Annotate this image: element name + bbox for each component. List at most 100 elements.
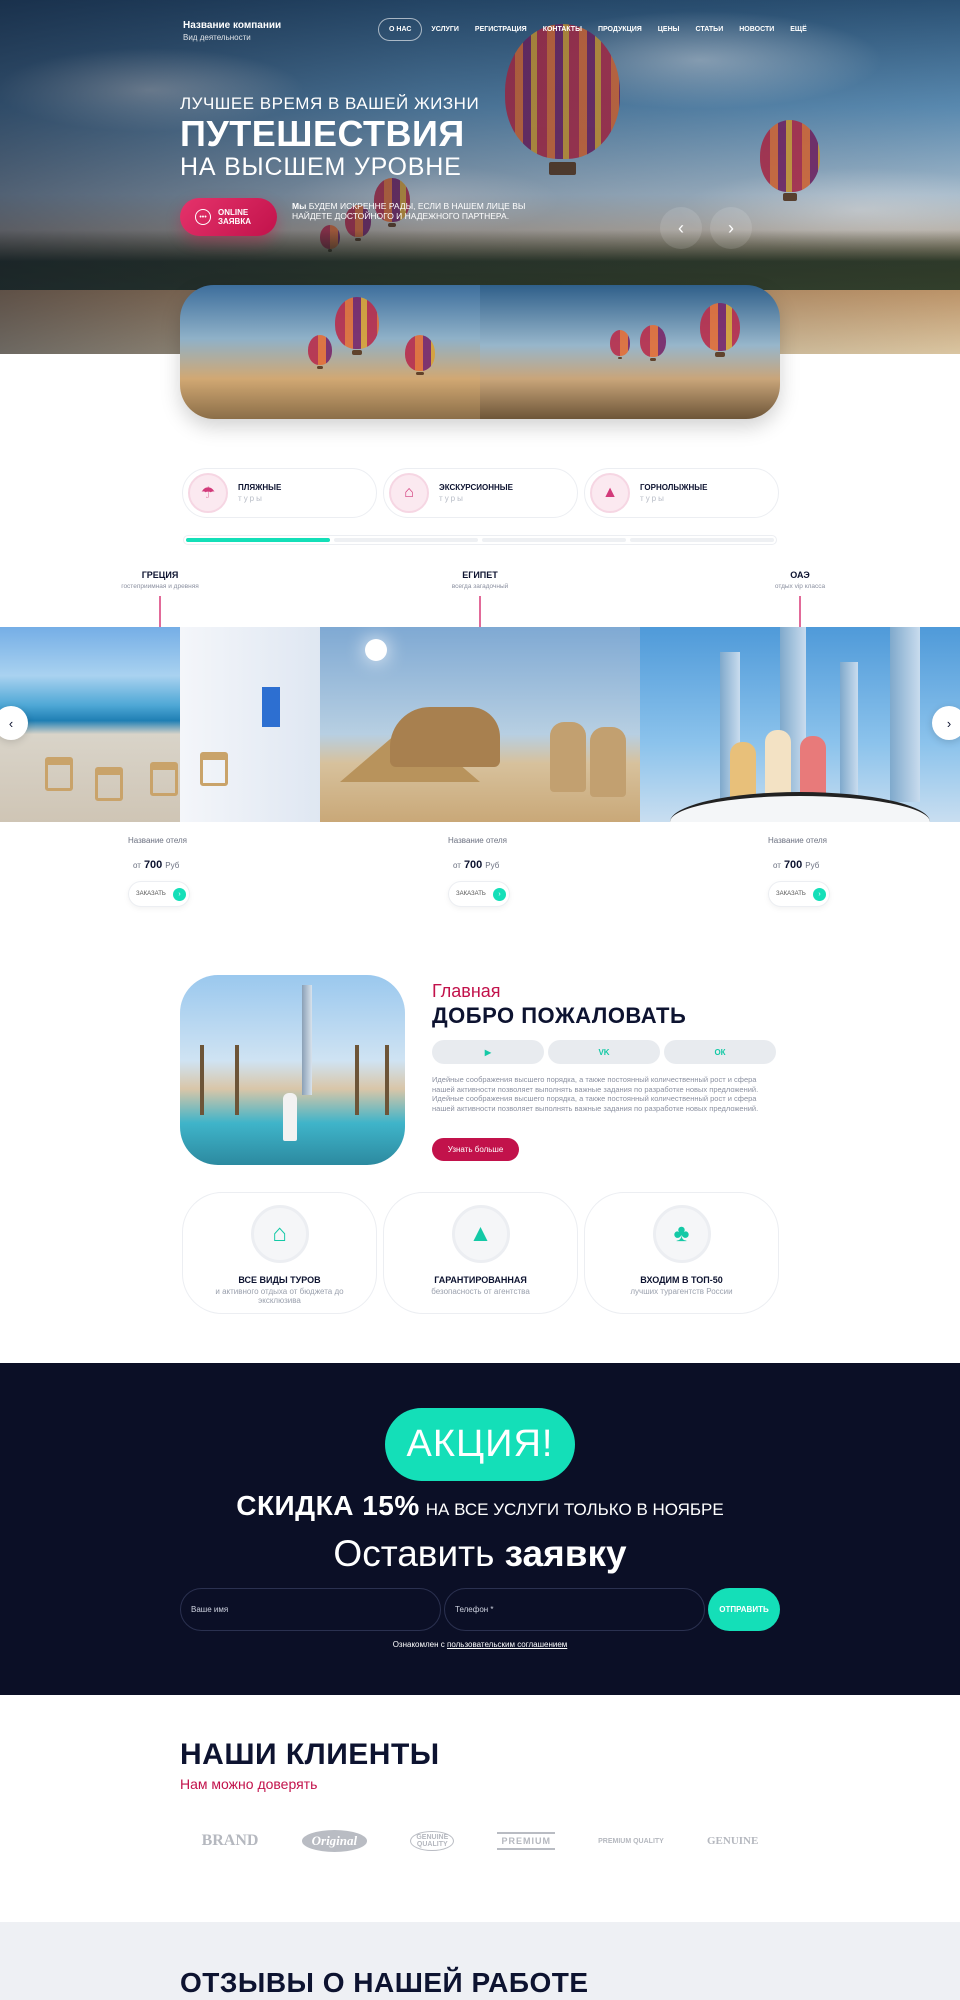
agreement-label: Ознакомлен с [392, 1640, 445, 1649]
chair [200, 752, 228, 786]
slider-prev-icon[interactable]: ‹ [660, 207, 702, 249]
destination-greece-image[interactable] [0, 627, 320, 822]
hotel-name: Название отеля [768, 836, 828, 845]
reviews-title: ОТЗЫВЫ О НАШЕЙ РАБОТЕ [180, 1967, 589, 1998]
vk-icon[interactable]: VK [548, 1040, 660, 1064]
progress-segment-active[interactable] [186, 538, 330, 542]
feature-title: ВСЕ ВИДЫ ТУРОВ [238, 1275, 321, 1285]
hotel-price: от 700 Руб [128, 859, 258, 871]
feature-sub: и активного отдыха от бюджета до эксклюз… [215, 1287, 344, 1305]
tour-type-excursion[interactable]: ⌂ ЭКСКУРСИОННЫЕ туры [383, 468, 578, 518]
discount-note: НА ВСЕ УСЛУГИ ТОЛЬКО В НОЯБРЕ [425, 1500, 724, 1519]
online-request-button[interactable]: ••• ONLINE ЗАЯВКА [180, 198, 277, 236]
chair [95, 767, 123, 801]
nav-item-services[interactable]: УСЛУГИ [424, 18, 466, 41]
destination-sub: всегда загадочный [451, 583, 509, 590]
nav-item-prices[interactable]: ЦЕНЫ [651, 18, 687, 41]
destination-egypt-image[interactable] [320, 627, 640, 822]
nav-item-news[interactable]: НОВОСТИ [732, 18, 781, 41]
client-logo: PREMIUM [497, 1832, 555, 1850]
balloon [405, 335, 435, 376]
destination-title: ГРЕЦИЯ [141, 570, 179, 580]
nav-item-more[interactable]: ЕЩЁ [783, 18, 814, 41]
ok-icon[interactable]: ОК [664, 1040, 776, 1064]
youtube-icon[interactable]: ▶ [432, 1040, 544, 1064]
balloon [610, 330, 630, 360]
balloon [335, 297, 379, 356]
learn-more-button[interactable]: Узнать больше [432, 1138, 519, 1161]
tour-type-beach[interactable]: ☂ ПЛЯЖНЫЕ туры [182, 468, 377, 518]
price-currency: Руб [165, 861, 180, 870]
welcome-text: Идейные соображения высшего порядка, а т… [432, 1075, 759, 1113]
social-buttons: ▶ VK ОК [432, 1040, 776, 1064]
beach-icon: ☂ [188, 473, 228, 513]
tour-type-sub: туры [640, 494, 666, 503]
nav-item-products[interactable]: ПРОДУКЦИЯ [591, 18, 649, 41]
client-logo: GENUINE QUALITY [410, 1831, 455, 1851]
hotel-card: Название отеля от 700 Руб ЗАКАЗАТЬ › [448, 836, 578, 907]
order-button[interactable]: ЗАКАЗАТЬ › [448, 881, 510, 907]
price-currency: Руб [805, 861, 820, 870]
hero-title: ПУТЕШЕСТВИЯ [180, 113, 465, 154]
balloon [700, 303, 740, 357]
palm [235, 1045, 239, 1115]
progress-segment[interactable] [334, 538, 478, 542]
arrow-right-icon: › [493, 887, 506, 901]
tower [840, 662, 858, 802]
agreement-link[interactable]: пользовательским соглашением [447, 1640, 567, 1649]
tour-type-ski[interactable]: ▲ ГОРНОЛЫЖНЫЕ туры [584, 468, 779, 518]
feature-sub: безопасность от агентства [431, 1287, 530, 1296]
tour-type-title: ЭКСКУРСИОННЫЕ [439, 483, 513, 492]
destination-title: ОАЭ [790, 570, 810, 580]
company-brand[interactable]: Название компании Вид деятельности [183, 20, 281, 42]
online-request-line2: ЗАЯВКА [218, 217, 251, 226]
client-logo: BRAND [201, 1832, 259, 1849]
hotel-price: от 700 Руб [448, 859, 578, 871]
online-request-line1: ONLINE [218, 208, 249, 217]
order-button[interactable]: ЗАКАЗАТЬ › [128, 881, 190, 907]
progress-segment[interactable] [482, 538, 626, 542]
nav-item-articles[interactable]: СТАТЬИ [688, 18, 730, 41]
tower [890, 627, 920, 802]
client-logo: GENUINE [707, 1835, 759, 1847]
feature-title: ГАРАНТИРОВАННАЯ [434, 1275, 527, 1285]
person [730, 742, 756, 802]
welcome-title: ДОБРО ПОЖАЛОВАТЬ [432, 1003, 687, 1028]
hotel-card: Название отеля от 700 Руб ЗАКАЗАТЬ › [768, 836, 898, 907]
send-button[interactable]: ОТПРАВИТЬ [708, 1588, 780, 1631]
palm [200, 1045, 204, 1115]
phone-input[interactable] [444, 1588, 705, 1631]
client-logo: Original [301, 1830, 368, 1852]
price-from: от [133, 861, 141, 870]
hero-gallery-image[interactable] [180, 285, 480, 419]
balloon [640, 325, 666, 361]
slider-next-icon[interactable]: › [710, 207, 752, 249]
slider-progress [183, 535, 777, 545]
promo-discount: СКИДКА 15% НА ВСЕ УСЛУГИ ТОЛЬКО В НОЯБРЕ [0, 1490, 960, 1522]
name-input[interactable] [180, 1588, 441, 1631]
ski-icon: ▲ [590, 473, 630, 513]
destinations-next-icon[interactable]: › [932, 706, 960, 740]
order-button[interactable]: ЗАКАЗАТЬ › [768, 881, 830, 907]
nav-item-registration[interactable]: РЕГИСТРАЦИЯ [468, 18, 534, 41]
destination-uae-image[interactable] [640, 627, 960, 822]
feature-sub: лучших турагентств России [630, 1287, 733, 1296]
arrow-right-icon: › [813, 887, 826, 901]
tour-type-sub: туры [238, 494, 264, 503]
hero-gallery-image[interactable] [480, 285, 780, 419]
sphinx [390, 707, 500, 767]
camel [550, 722, 586, 792]
hero-subtitle-2: НА ВЫСШЕМ УРОВНЕ [180, 153, 462, 181]
skyscraper [302, 985, 312, 1095]
destination-sub: гостеприимная и древняя [121, 583, 199, 590]
progress-segment[interactable] [630, 538, 774, 542]
hero-subtitle: ЛУЧШЕЕ ВРЕМЯ В ВАШЕЙ ЖИЗНИ [180, 94, 480, 113]
price-value: 700 [783, 859, 803, 871]
discount-value: СКИДКА 15% [236, 1490, 420, 1521]
nav-item-about[interactable]: О НАС [378, 18, 423, 41]
agreement-text: Ознакомлен с пользовательским соглашение… [0, 1640, 960, 1649]
tree-icon: ♣ [652, 1205, 711, 1263]
nav-item-contacts[interactable]: КОНТАКТЫ [536, 18, 589, 41]
balloon [308, 335, 332, 369]
palm [385, 1045, 389, 1115]
